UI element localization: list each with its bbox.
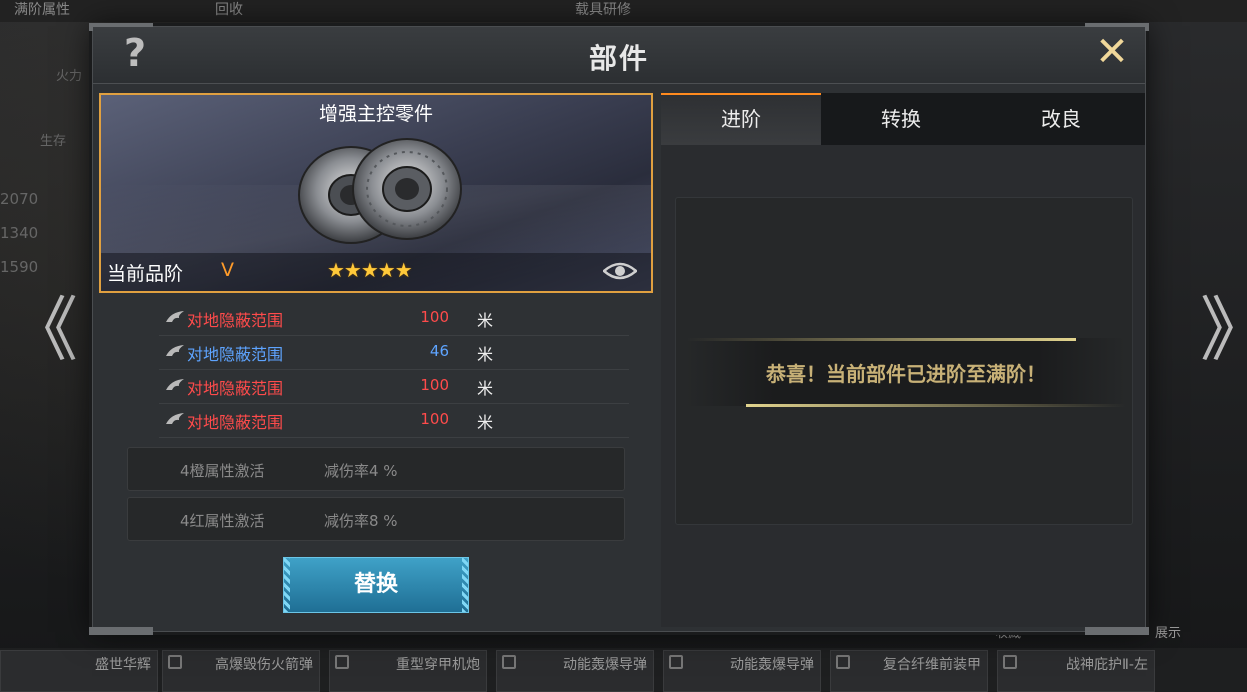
parts-dialog: ? 部件 ✕ 增强主控零件 当前品阶 V ★★★★★ 对地隐蔽范围 100 米 …: [89, 23, 1149, 635]
dialog-title: 部件: [588, 42, 649, 75]
attribute-name: 对地隐蔽范围: [187, 379, 284, 398]
star-rating: ★★★★★: [327, 258, 413, 282]
bg-label: 生存: [40, 134, 67, 149]
bg-part-slot[interactable]: 动能轰爆导弹: [663, 650, 821, 692]
upgrade-pane: 进阶 转换 改良 恭喜！当前部件已进阶至满阶！: [661, 93, 1145, 627]
attribute-value: 100: [420, 410, 449, 428]
attribute-row: 对地隐蔽范围 100 米: [159, 301, 629, 336]
next-arrow-icon[interactable]: 》: [1200, 290, 1247, 370]
lock-icon: [1003, 655, 1017, 669]
set-bonus-row: 4红属性激活 减伤率8 %: [127, 497, 625, 541]
tab-convert[interactable]: 转换: [821, 93, 981, 145]
wing-icon: [166, 413, 184, 424]
banner-line: [686, 338, 1076, 341]
brake-disc-icon: [298, 138, 462, 244]
attribute-name: 对地隐蔽范围: [187, 413, 284, 432]
tab-improve[interactable]: 改良: [981, 93, 1141, 145]
dialog-header: ? 部件 ✕: [93, 27, 1145, 84]
lock-icon: [836, 655, 850, 669]
attribute-unit: 米: [477, 345, 494, 364]
quality-grade: V: [221, 259, 234, 281]
background-topbar: 满阶属性 回收 载具研修: [0, 0, 1247, 22]
item-card: 增强主控零件 当前品阶 V ★★★★★: [99, 93, 653, 293]
bg-tab: 载具研修: [575, 2, 631, 18]
attribute-unit: 米: [477, 413, 494, 432]
tab-advance[interactable]: 进阶: [661, 93, 821, 145]
bg-label: 火力: [56, 69, 83, 84]
wing-icon: [166, 345, 184, 356]
bg-label: 1340: [0, 224, 39, 242]
wing-icon: [166, 379, 184, 390]
close-button[interactable]: ✕: [1089, 29, 1135, 75]
wing-icon: [166, 311, 184, 322]
slot-label: 复合纤维前装甲: [883, 657, 981, 673]
lock-icon: [335, 655, 349, 669]
set-bonus-row: 4橙属性激活 减伤率4 %: [127, 447, 625, 491]
set-bonus-label: 4橙属性激活: [180, 462, 265, 480]
lock-icon: [669, 655, 683, 669]
lock-icon: [502, 655, 516, 669]
bg-part-slot[interactable]: 重型穿甲机炮: [329, 650, 487, 692]
banner-line: [746, 404, 1126, 407]
bg-tab: 回收: [215, 2, 243, 18]
lock-icon: [168, 655, 182, 669]
attribute-name: 对地隐蔽范围: [187, 345, 284, 364]
attribute-row: 对地隐蔽范围 100 米: [159, 369, 629, 404]
prev-arrow-icon[interactable]: 《: [8, 290, 78, 370]
slot-label: 高爆毁伤火箭弹: [215, 657, 313, 673]
bg-part-slot[interactable]: 盛世华辉: [0, 650, 158, 692]
set-bonus-effect: 减伤率4 %: [324, 462, 398, 480]
set-bonus-label: 4红属性激活: [180, 512, 265, 530]
slot-label: 战神庇护Ⅱ-左: [1066, 657, 1148, 673]
corner-decoration: [1085, 627, 1149, 635]
eye-icon[interactable]: [603, 261, 637, 281]
replace-button[interactable]: 替换: [283, 557, 469, 613]
tab-bar: 进阶 转换 改良: [661, 93, 1145, 145]
bg-tab: 满阶属性: [14, 2, 70, 18]
attribute-row: 对地隐蔽范围 46 米: [159, 335, 629, 370]
bg-label: 展示: [1155, 626, 1182, 641]
attribute-value: 100: [420, 308, 449, 326]
bg-part-slot[interactable]: 动能轰爆导弹: [496, 650, 654, 692]
attribute-row: 对地隐蔽范围 100 米: [159, 403, 629, 438]
bg-part-slot[interactable]: 复合纤维前装甲: [830, 650, 988, 692]
attribute-value: 100: [420, 376, 449, 394]
max-level-banner: 恭喜！当前部件已进阶至满阶！: [686, 332, 1126, 412]
attribute-unit: 米: [477, 379, 494, 398]
item-name: 增强主控零件: [318, 103, 433, 125]
slot-label: 动能轰爆导弹: [730, 657, 814, 673]
bg-label: 1590: [0, 258, 39, 276]
attribute-name: 对地隐蔽范围: [187, 311, 284, 330]
max-level-message: 恭喜！当前部件已进阶至满阶！: [766, 362, 1046, 386]
advance-content: 恭喜！当前部件已进阶至满阶！: [675, 197, 1133, 525]
item-detail-pane: 增强主控零件 当前品阶 V ★★★★★ 对地隐蔽范围 100 米 对地隐蔽范围 …: [99, 89, 655, 625]
quality-bar: 当前品阶 V ★★★★★: [101, 253, 651, 291]
attribute-value: 46: [429, 342, 449, 360]
bg-label: 2070: [0, 190, 39, 208]
quality-label: 当前品阶: [107, 263, 184, 285]
attribute-unit: 米: [477, 311, 494, 330]
slot-label: 动能轰爆导弹: [563, 657, 647, 673]
set-bonus-effect: 减伤率8 %: [324, 512, 398, 530]
bg-part-slot[interactable]: 战神庇护Ⅱ-左: [997, 650, 1155, 692]
slot-label: 盛世华辉: [95, 657, 151, 673]
corner-decoration: [89, 627, 153, 635]
bg-part-slot[interactable]: 高爆毁伤火箭弹: [162, 650, 320, 692]
slot-label: 重型穿甲机炮: [396, 657, 480, 673]
